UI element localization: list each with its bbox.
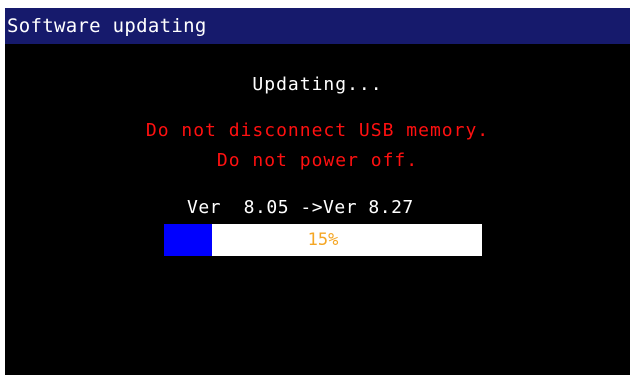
status-text: Updating... <box>252 74 383 95</box>
warning-power-text: Do not power off. <box>216 150 419 171</box>
title-bar: Software updating <box>5 8 630 44</box>
progress-bar: 15% <box>164 224 482 256</box>
update-screen: Software updating Updating... Do not dis… <box>5 8 630 375</box>
window-title: Software updating <box>7 15 207 37</box>
warning-usb-text: Do not disconnect USB memory. <box>145 120 490 141</box>
progress-percent: 15% <box>307 230 339 250</box>
version-text: Ver 8.05 ->Ver 8.27 <box>187 197 414 218</box>
